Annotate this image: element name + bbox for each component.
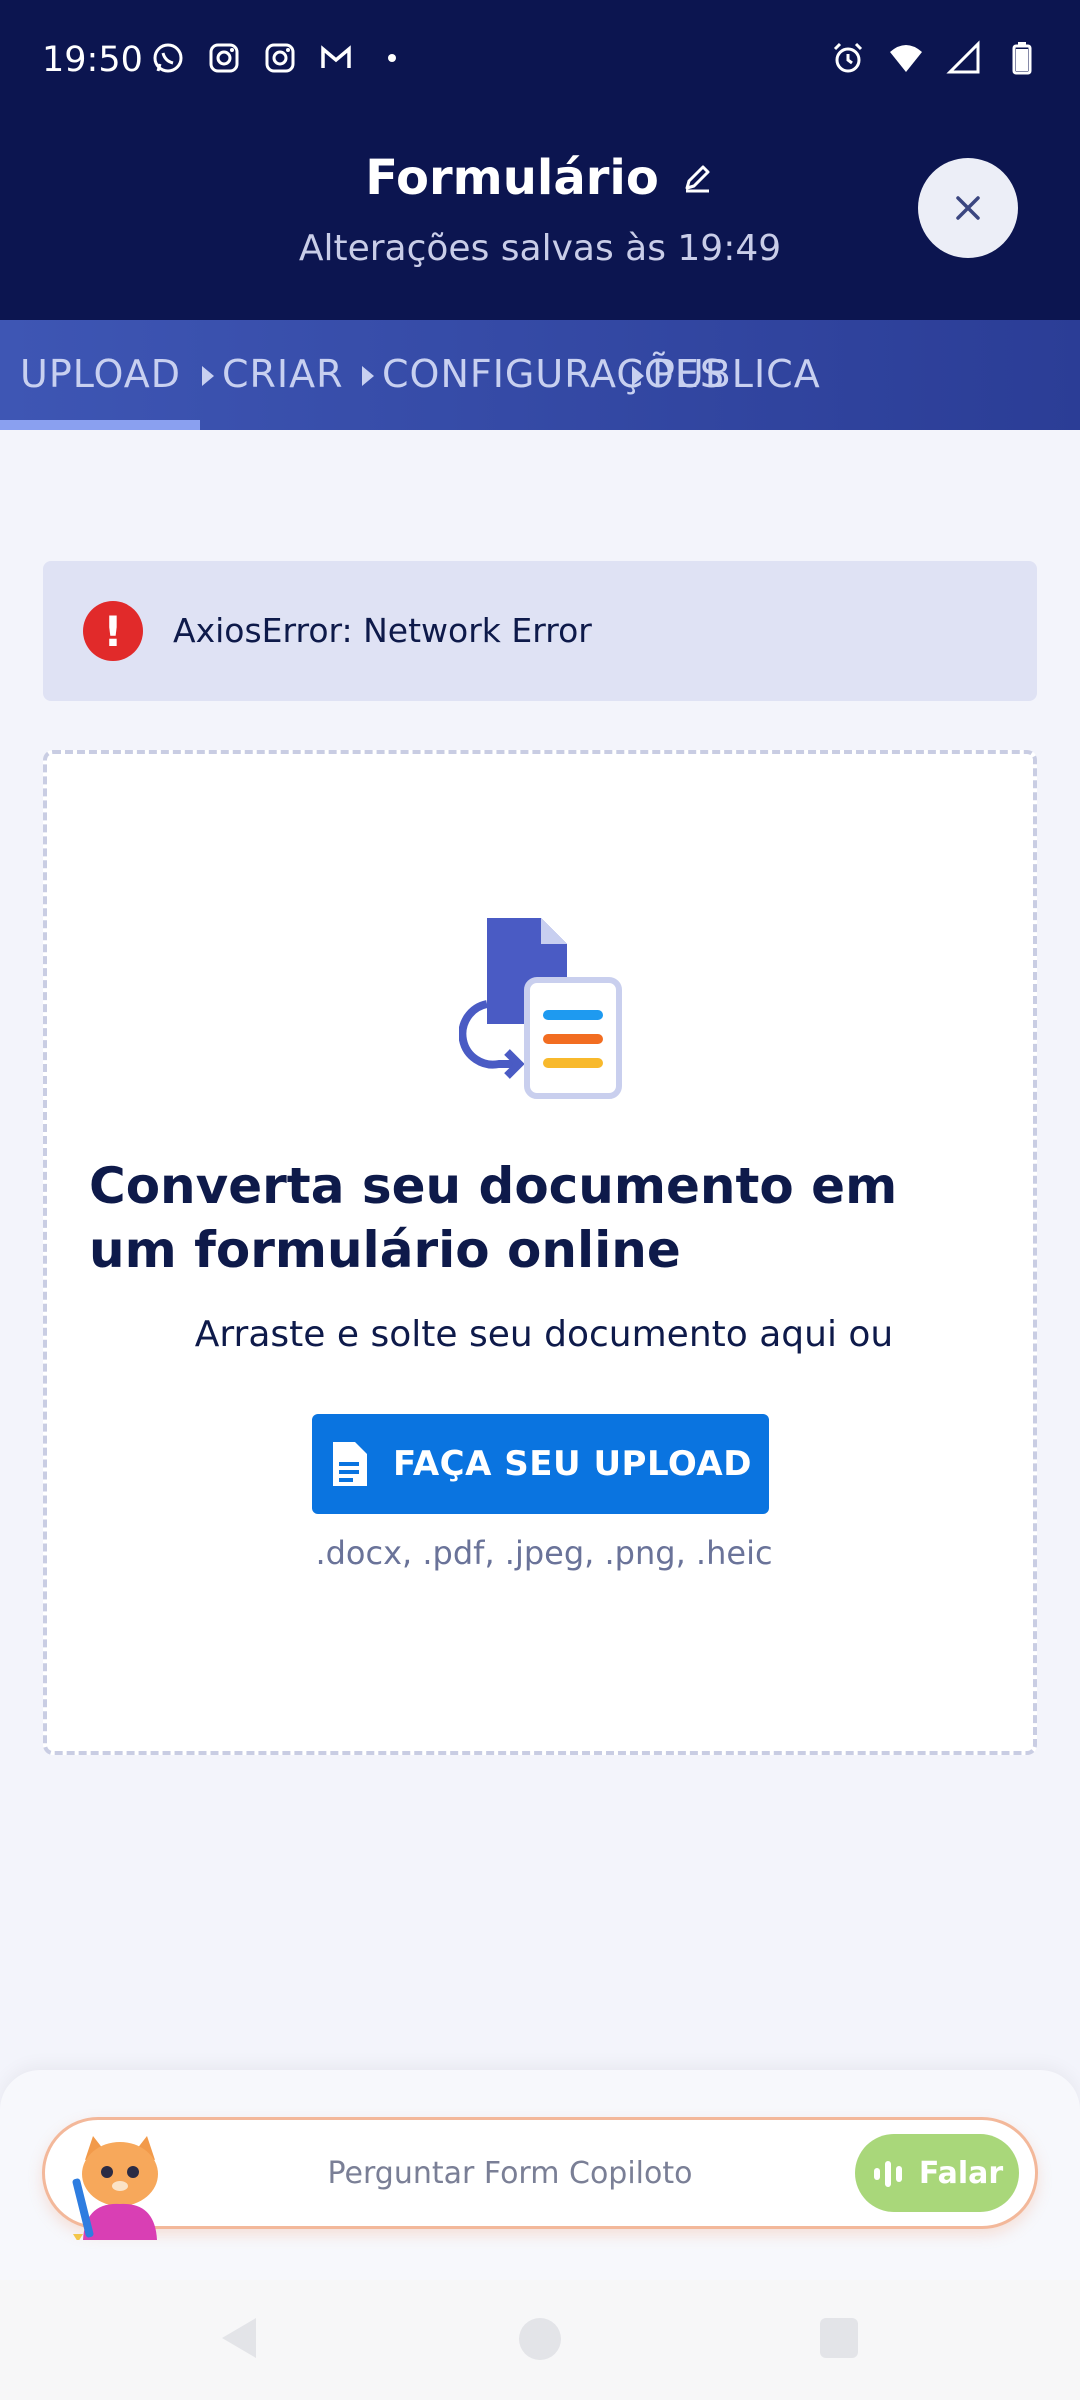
dropzone-subtitle: Arraste e solte seu documento aqui ou [194, 1314, 894, 1355]
whatsapp-icon [153, 43, 183, 73]
dot-icon [388, 54, 396, 62]
document-convert-icon [459, 918, 622, 1099]
speak-button[interactable]: Falar [855, 2134, 1019, 2212]
status-bar: 19:50 [0, 0, 1080, 125]
active-tab-indicator [0, 420, 200, 430]
system-nav-bar [0, 2280, 1080, 2400]
battery-icon [1012, 42, 1032, 75]
accepted-formats: .docx, .pdf, .jpeg, .png, .heic [315, 1534, 773, 1572]
upload-button-label: FAÇA SEU UPLOAD [393, 1444, 752, 1484]
tab-criar[interactable]: CRIAR [222, 352, 344, 396]
error-message: AxiosError: Network Error [173, 611, 592, 650]
copilot-input[interactable]: Perguntar Form Copiloto Falar [42, 2117, 1038, 2240]
upload-dropzone[interactable]: Converta seu documento em um formulário … [43, 750, 1037, 1755]
chevron-right-icon [202, 366, 214, 386]
dropzone-title: Converta seu documento em um formulário … [89, 1157, 898, 1279]
gmail-icon [321, 45, 351, 68]
recent-apps-icon[interactable] [820, 2318, 858, 2358]
tab-upload[interactable]: UPLOAD [20, 352, 181, 396]
step-tabs: UPLOAD CRIAR CONFIGURAÇÕES PUBLICA [0, 320, 1080, 430]
back-icon[interactable] [222, 2318, 256, 2358]
file-icon [333, 1442, 368, 1486]
system-icons [830, 40, 1040, 76]
instagram-icon [265, 43, 295, 73]
app-header: 19:50 Formulário Alterações salvas às 19… [0, 0, 1080, 320]
pencil-icon[interactable] [679, 160, 715, 196]
audio-bars-icon [873, 2161, 902, 2187]
home-icon[interactable] [519, 2318, 561, 2360]
signal-icon [946, 40, 980, 74]
close-icon [956, 196, 980, 220]
chevron-right-icon [362, 366, 374, 386]
alarm-icon [833, 42, 863, 73]
copilot-placeholder: Perguntar Form Copiloto [327, 2156, 693, 2191]
instagram-icon [209, 43, 239, 73]
tab-publica[interactable]: PUBLICA [652, 352, 821, 396]
form-title-text: Formulário [365, 150, 659, 206]
speak-label: Falar [918, 2155, 1004, 2191]
error-banner: ! AxiosError: Network Error [43, 561, 1037, 701]
chevron-right-icon [632, 366, 644, 386]
close-button[interactable] [918, 158, 1018, 258]
wifi-icon [890, 45, 922, 72]
error-icon: ! [83, 601, 143, 661]
status-time: 19:50 [42, 40, 143, 80]
save-status: Alterações salvas às 19:49 [298, 228, 782, 269]
notification-icons [150, 40, 410, 76]
upload-button[interactable]: FAÇA SEU UPLOAD [312, 1414, 769, 1514]
form-title[interactable]: Formulário [365, 150, 715, 206]
